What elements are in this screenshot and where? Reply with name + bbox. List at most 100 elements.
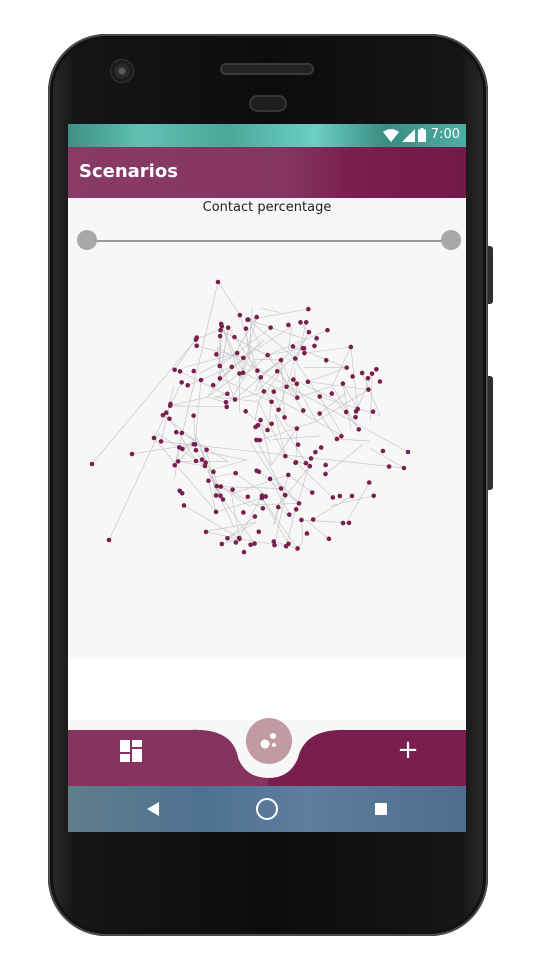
- graph-node: [185, 382, 191, 388]
- graph-node: [255, 368, 260, 373]
- graph-node: [325, 327, 330, 333]
- graph-node: [330, 495, 336, 500]
- graph-node: [261, 389, 267, 394]
- graph-edge: [254, 401, 259, 420]
- add-button[interactable]: +: [390, 734, 426, 766]
- network-graph[interactable]: [68, 256, 466, 658]
- graph-node: [343, 409, 349, 415]
- graph-node: [380, 448, 386, 454]
- graph-edge: [336, 438, 371, 442]
- graph-node: [275, 504, 281, 510]
- graph-node: [310, 517, 316, 522]
- graph-node: [225, 391, 230, 397]
- recent-apps-icon[interactable]: [375, 803, 387, 815]
- graph-node: [191, 441, 197, 447]
- status-time: 7:00: [430, 127, 460, 142]
- graph-node: [218, 493, 223, 498]
- graph-node: [179, 380, 184, 385]
- graph-node: [323, 471, 328, 477]
- contact-percentage-slider[interactable]: [88, 240, 452, 242]
- graph-node: [329, 391, 335, 396]
- graph-node: [218, 327, 223, 333]
- graph-node: [296, 501, 302, 506]
- graph-node: [258, 417, 263, 423]
- front-camera: [111, 60, 133, 82]
- graph-node: [303, 320, 309, 325]
- graph-node: [272, 542, 277, 548]
- graph-node: [303, 460, 309, 466]
- graph-edge: [281, 362, 285, 418]
- graph-node: [307, 463, 313, 469]
- graph-edge: [235, 472, 269, 497]
- graph-node: [340, 520, 346, 526]
- graph-node: [286, 541, 291, 547]
- graph-node: [173, 429, 179, 435]
- graph-edge: [194, 379, 202, 445]
- status-icons: [383, 128, 426, 142]
- graph-node: [348, 344, 354, 350]
- graph-node: [218, 321, 224, 327]
- graph-node: [292, 356, 298, 361]
- graph-node: [218, 484, 224, 489]
- graph-node: [213, 509, 219, 515]
- graph-node: [245, 494, 251, 500]
- graph-node: [282, 492, 288, 498]
- graph-edge: [307, 381, 369, 390]
- graph-node: [365, 375, 371, 381]
- graph-node: [256, 529, 262, 535]
- graph-node: [175, 459, 181, 464]
- graph-node: [265, 427, 270, 433]
- graph-node: [346, 520, 352, 526]
- graph-edge: [220, 495, 255, 544]
- graph-node: [299, 517, 304, 523]
- graph-node: [263, 494, 269, 499]
- graph-node: [177, 369, 183, 374]
- home-icon[interactable]: [256, 798, 278, 820]
- center-action-button[interactable]: [246, 718, 292, 764]
- back-icon[interactable]: [146, 801, 160, 817]
- graph-node: [240, 370, 246, 376]
- content-footer: [68, 658, 466, 720]
- graph-node: [223, 399, 229, 405]
- graph-edge: [304, 346, 351, 354]
- graph-node: [234, 350, 240, 356]
- graph-node: [215, 279, 221, 285]
- graph-edge: [170, 396, 208, 407]
- graph-node: [295, 442, 301, 447]
- graph-node: [306, 329, 312, 335]
- graph-edge: [273, 474, 289, 526]
- dashboard-icon[interactable]: [118, 738, 144, 764]
- graph-edge: [184, 352, 238, 368]
- graph-node: [129, 451, 135, 457]
- graph-node: [294, 426, 300, 431]
- graph-node: [317, 394, 323, 399]
- graph-node: [371, 493, 377, 499]
- graph-node: [302, 350, 307, 356]
- graph-node: [309, 490, 315, 495]
- graph-node: [193, 337, 199, 342]
- slider-min-thumb[interactable]: [77, 230, 97, 250]
- slider-max-thumb[interactable]: [441, 230, 461, 250]
- graph-node: [248, 542, 253, 548]
- graph-node: [401, 465, 407, 471]
- graph-node: [284, 384, 289, 390]
- graph-node: [191, 368, 197, 374]
- wifi-icon: [383, 128, 399, 142]
- graph-node: [313, 449, 318, 455]
- graph-edge: [273, 391, 288, 426]
- graph-node: [225, 325, 231, 331]
- graph-node: [213, 493, 219, 498]
- graph-node: [295, 395, 300, 400]
- graph-node: [337, 493, 343, 499]
- graph-node: [308, 456, 314, 461]
- graph-node: [199, 457, 205, 462]
- graph-edge: [307, 367, 347, 383]
- graph-node: [334, 436, 340, 442]
- graph-edge: [174, 281, 219, 466]
- graph-node: [356, 427, 362, 432]
- graph-edge: [153, 382, 182, 439]
- graph-node: [172, 367, 177, 373]
- graph-node: [168, 401, 173, 407]
- graph-node: [344, 365, 350, 370]
- graph-edge: [272, 435, 320, 440]
